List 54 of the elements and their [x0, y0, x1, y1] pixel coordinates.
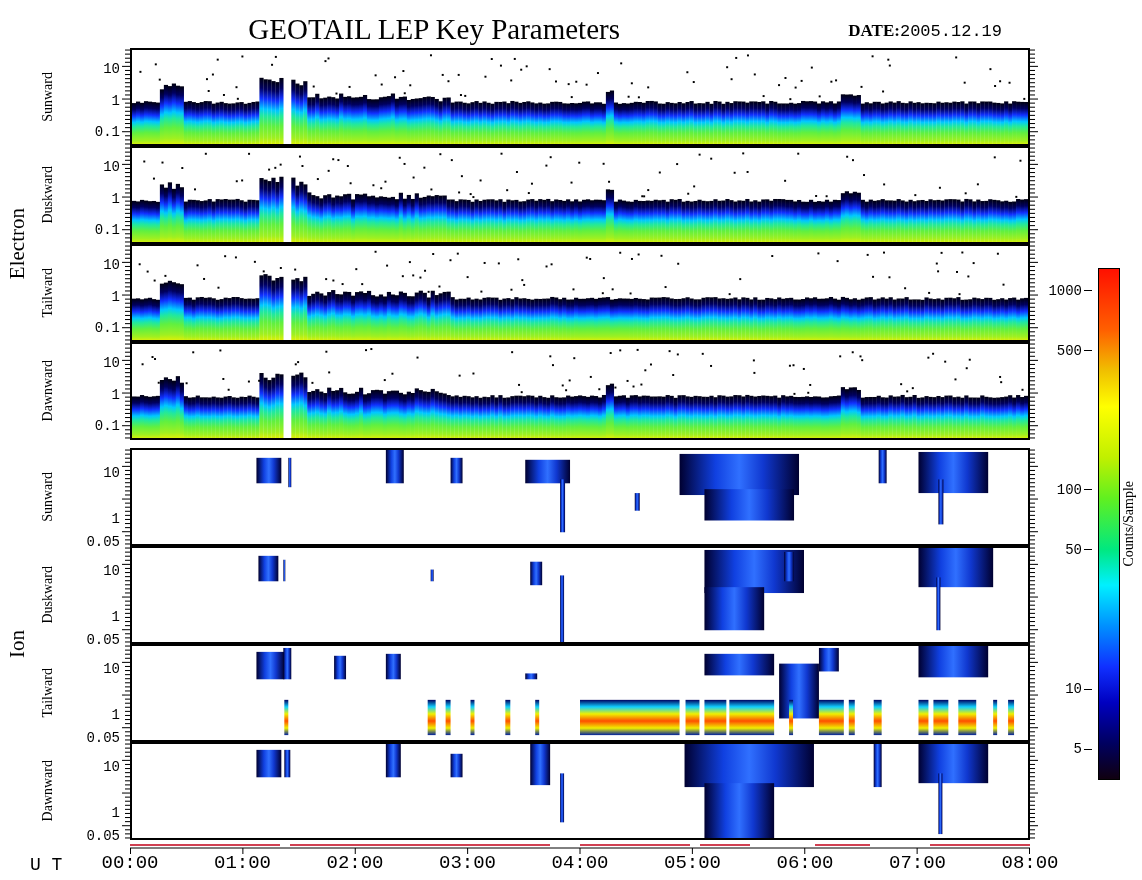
plot-title: GEOTAIL LEP Key Parameters	[248, 15, 620, 44]
y-tick-label: 1	[111, 707, 120, 722]
y-tick-label: 1	[111, 191, 120, 206]
y-tick-label: 0.1	[94, 223, 120, 238]
y-tick-label: 10	[103, 61, 120, 76]
time-tick-label: 03:00	[439, 854, 496, 873]
time-tick-label: 01:00	[214, 854, 271, 873]
time-tick-label: 06:00	[776, 854, 834, 873]
colorbar-tick-label: 100	[1056, 482, 1082, 497]
date-label: DATE:	[848, 19, 900, 42]
time-axis-label: U T	[30, 856, 63, 874]
y-tick-label: 0.1	[94, 419, 120, 434]
time-tick-label: 02:00	[326, 854, 384, 873]
colorbar-tick-label: 5	[1073, 742, 1082, 757]
time-tick-label: 07:00	[889, 854, 946, 873]
y-tick-label: 10	[103, 662, 120, 677]
colorbar-tick-label: 500	[1056, 343, 1082, 358]
time-tick-label: 04:00	[551, 854, 609, 873]
panel-label: Duskward	[41, 566, 55, 624]
panel-label: Sunward	[41, 472, 55, 522]
colorbar-label: Counts/Sample	[1122, 481, 1136, 567]
y-tick-label: 10	[103, 355, 120, 370]
panel-label: Tailward	[41, 268, 55, 318]
time-tick-label: 08:00	[1001, 854, 1059, 873]
y-tick-label: 0.05	[86, 731, 120, 746]
group-label: Electron	[6, 208, 28, 280]
y-tick-label: 1	[111, 93, 120, 108]
y-tick-label: 0.05	[86, 633, 120, 648]
y-tick-label: 0.1	[94, 125, 120, 140]
colorbar-tick-label: 10	[1065, 682, 1082, 697]
panel-label: Sunward	[41, 72, 55, 122]
y-tick-label: 1	[111, 511, 120, 526]
colorbar-tick-label: 50	[1065, 542, 1082, 557]
group-label: Ion	[6, 630, 28, 658]
panel-label: Dawnward	[41, 760, 55, 822]
y-tick-label: 1	[111, 289, 120, 304]
y-tick-label: 1	[111, 387, 120, 402]
date-value: 2005.12.19	[899, 20, 1002, 43]
time-tick-label: 00:00	[101, 854, 159, 873]
panel-label: Duskward	[41, 166, 55, 224]
time-tick-label: 05:00	[664, 854, 721, 873]
y-tick-label: 1	[111, 609, 120, 624]
panel-label: Dawnward	[41, 360, 55, 422]
y-tick-label: 10	[103, 257, 120, 272]
y-tick-label: 0.05	[86, 829, 120, 844]
panel-label: Tailward	[41, 668, 55, 718]
y-tick-label: 10	[103, 564, 120, 579]
y-tick-label: 10	[103, 760, 120, 775]
y-tick-label: 1	[111, 805, 120, 820]
y-tick-label: 10	[103, 466, 120, 481]
y-tick-label: 0.05	[86, 535, 120, 550]
colorbar-tick-label: 1000	[1048, 283, 1082, 298]
y-tick-label: 0.1	[94, 321, 120, 336]
y-tick-label: 10	[103, 159, 120, 174]
